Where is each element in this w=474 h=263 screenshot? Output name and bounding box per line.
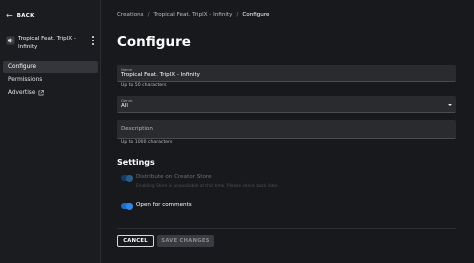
arrow-left-icon: ←	[6, 11, 13, 20]
save-changes-button: SAVE CHANGES	[157, 235, 214, 247]
cancel-button[interactable]: CANCEL	[117, 235, 154, 247]
description-field[interactable]: Description	[117, 120, 456, 139]
distribute-toggle	[121, 174, 133, 182]
asset-title: Tropical Feat. TriplX - Infinity	[18, 36, 76, 50]
chevron-down-icon	[448, 104, 452, 106]
name-field[interactable]: Name Tropical Feat. TriplX - Infinity	[117, 65, 456, 82]
breadcrumb-separator: /	[147, 12, 150, 18]
more-options-icon[interactable]	[91, 36, 95, 45]
genre-select-value: All	[121, 103, 128, 109]
breadcrumb-creations[interactable]: Creations	[117, 12, 144, 18]
speaker-icon	[6, 36, 15, 45]
toggle-knob	[126, 174, 133, 182]
sidebar-item-label: Advertise	[8, 90, 36, 96]
toggle-knob	[126, 202, 133, 210]
sidebar-item-configure[interactable]: Configure	[3, 61, 98, 73]
sidebar: ← BACK Tropical Feat. TriplX - Infinity …	[0, 0, 101, 263]
comments-toggle[interactable]	[121, 202, 133, 210]
comments-label: Open for comments	[136, 202, 192, 208]
breadcrumb-current: Configure	[242, 12, 270, 18]
external-link-icon	[39, 90, 45, 96]
sidebar-item-label: Permissions	[8, 77, 43, 83]
breadcrumb-separator: /	[236, 12, 239, 18]
page-title: Configure	[117, 34, 191, 50]
sidebar-nav: Configure Permissions Advertise	[3, 61, 98, 100]
settings-title: Settings	[117, 158, 155, 167]
breadcrumb: Creations / Tropical Feat. TriplX - Infi…	[117, 12, 269, 18]
name-field-value: Tropical Feat. TriplX - Infinity	[121, 72, 200, 78]
breadcrumb-asset[interactable]: Tropical Feat. TriplX - Infinity	[153, 12, 232, 18]
back-button[interactable]: ← BACK	[6, 12, 35, 20]
description-helper-text: Up to 1000 characters	[121, 140, 173, 145]
sidebar-item-label: Configure	[8, 64, 37, 70]
asset-header: Tropical Feat. TriplX - Infinity	[6, 35, 98, 53]
genre-select[interactable]: Genre All	[117, 96, 456, 113]
name-helper-text: Up to 50 characters	[121, 83, 167, 88]
back-label: BACK	[16, 13, 35, 19]
sidebar-item-advertise[interactable]: Advertise	[3, 87, 98, 99]
distribute-label: Distribute on Creator Store	[136, 174, 212, 180]
description-placeholder: Description	[121, 126, 153, 132]
divider	[117, 228, 456, 229]
sidebar-item-permissions[interactable]: Permissions	[3, 74, 98, 86]
distribute-sublabel: Enabling Store is unavailable at this ti…	[136, 184, 279, 189]
